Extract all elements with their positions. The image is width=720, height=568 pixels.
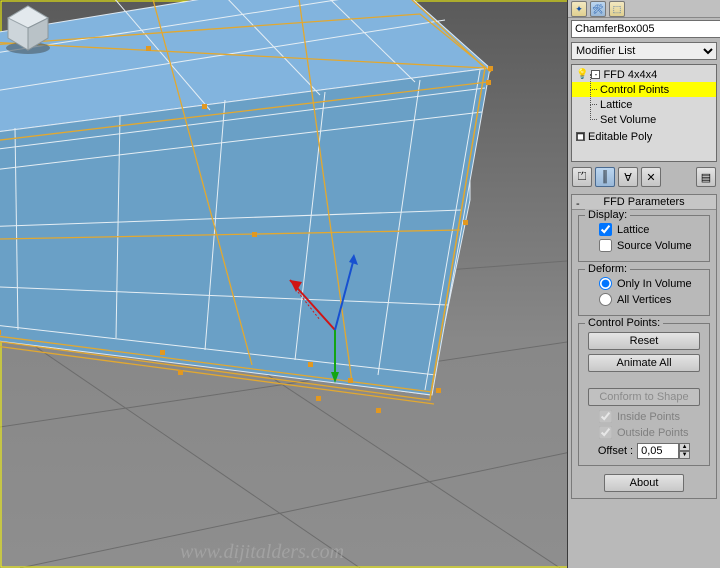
deform-group: Deform: Only In Volume All Vertices: [578, 269, 710, 316]
command-panel-tabs[interactable]: ✦ 🛠 ⬚: [568, 0, 720, 18]
stack-toolbar: ⏍ ║ ∀ ✕ ▤: [568, 164, 720, 190]
lightbulb-icon[interactable]: 💡: [576, 69, 588, 80]
inside-points-label: Inside Points: [617, 411, 680, 423]
offset-label: Offset :: [598, 445, 633, 457]
remove-modifier-icon[interactable]: ✕: [641, 167, 661, 187]
command-panel: ✦ 🛠 ⬚ Modifier List 💡 - FFD 4x4x4 Contro…: [568, 0, 720, 568]
ffd-parameters-rollout: - FFD Parameters Display: Lattice Source…: [571, 194, 717, 499]
only-in-volume-radio[interactable]: [599, 277, 612, 290]
viewport[interactable]: www.dijitalders.com: [0, 0, 568, 568]
show-end-result-icon[interactable]: ║: [595, 167, 615, 187]
modifier-stack[interactable]: 💡 - FFD 4x4x4 Control Points Lattice Set…: [571, 64, 717, 162]
expand-icon[interactable]: ◼: [576, 132, 585, 141]
pin-stack-icon[interactable]: ⏍: [572, 167, 592, 187]
make-unique-icon[interactable]: ∀: [618, 167, 638, 187]
configure-sets-icon[interactable]: ▤: [696, 167, 716, 187]
modifier-list-dropdown[interactable]: Modifier List: [571, 42, 717, 60]
source-volume-checkbox[interactable]: [599, 239, 612, 252]
collapse-icon[interactable]: -: [576, 197, 580, 212]
animate-all-button[interactable]: Animate All: [588, 354, 700, 372]
inside-points-checkbox: [599, 410, 612, 423]
rollout-title: FFD Parameters: [603, 196, 684, 208]
spinner-up-icon[interactable]: ▲: [679, 443, 690, 451]
viewcube[interactable]: [0, 0, 56, 56]
only-in-volume-label: Only In Volume: [617, 278, 692, 290]
control-points-group: Control Points: Reset Animate All Confor…: [578, 323, 710, 466]
stack-editable-poly[interactable]: ◼ Editable Poly: [572, 129, 716, 144]
expand-icon[interactable]: -: [591, 70, 600, 79]
viewport-canvas: [0, 0, 568, 568]
mesh-object: [0, 0, 490, 395]
group-title: Control Points:: [585, 317, 663, 329]
create-tab-icon[interactable]: ✦: [571, 1, 587, 17]
outside-points-checkbox: [599, 426, 612, 439]
about-button[interactable]: About: [604, 474, 684, 492]
stack-control-points[interactable]: Control Points: [572, 82, 716, 97]
stack-sub-label: Control Points: [600, 84, 669, 96]
stack-set-volume[interactable]: Set Volume: [572, 112, 716, 127]
all-vertices-label: All Vertices: [617, 294, 671, 306]
lattice-label: Lattice: [617, 224, 649, 236]
display-group: Display: Lattice Source Volume: [578, 215, 710, 262]
all-vertices-radio[interactable]: [599, 293, 612, 306]
offset-spinner[interactable]: ▲▼: [637, 443, 690, 459]
stack-ffd-label: FFD 4x4x4: [603, 69, 657, 81]
rollout-header[interactable]: - FFD Parameters: [572, 195, 716, 210]
lattice-checkbox[interactable]: [599, 223, 612, 236]
stack-sub-label: Set Volume: [600, 114, 656, 126]
watermark-text: www.dijitalders.com: [180, 541, 344, 564]
stack-editable-poly-label: Editable Poly: [588, 131, 652, 143]
outside-points-label: Outside Points: [617, 427, 689, 439]
stack-ffd[interactable]: 💡 - FFD 4x4x4: [572, 67, 716, 82]
group-title: Deform:: [585, 263, 630, 275]
object-name-field[interactable]: [571, 20, 720, 38]
source-volume-label: Source Volume: [617, 240, 692, 252]
group-title: Display:: [585, 209, 630, 221]
reset-button[interactable]: Reset: [588, 332, 700, 350]
stack-sub-label: Lattice: [600, 99, 632, 111]
conform-to-shape-button: Conform to Shape: [588, 388, 700, 406]
spinner-down-icon[interactable]: ▼: [679, 451, 690, 459]
modify-tab-icon[interactable]: 🛠: [590, 1, 606, 17]
hierarchy-tab-icon[interactable]: ⬚: [609, 1, 625, 17]
offset-input[interactable]: [637, 443, 679, 459]
stack-lattice[interactable]: Lattice: [572, 97, 716, 112]
